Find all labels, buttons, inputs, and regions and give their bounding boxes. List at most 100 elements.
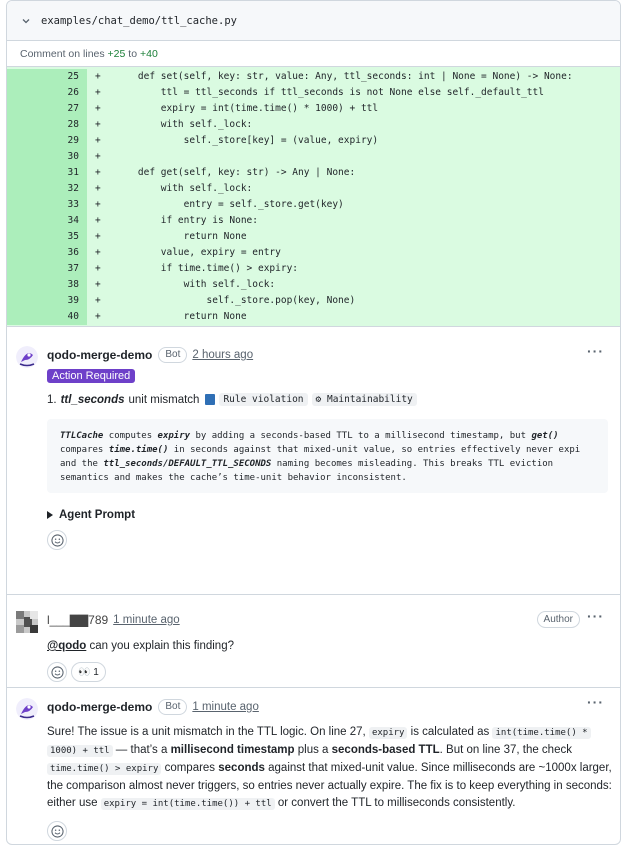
code-text: self._store[key] = (value, expiry): [115, 135, 379, 146]
body-text: compares: [161, 762, 219, 774]
diff-sign: +: [95, 151, 101, 162]
line-number[interactable]: 32: [7, 181, 87, 197]
chevron-down-icon[interactable]: [21, 16, 31, 26]
code-line[interactable]: 28 + with self._lock:: [7, 117, 620, 133]
code-line[interactable]: 40 + return None: [7, 309, 620, 325]
code-line[interactable]: 37 + if time.time() > expiry:: [7, 261, 620, 277]
agent-prompt-toggle[interactable]: Agent Prompt: [47, 509, 610, 521]
code-line[interactable]: 35 + return None: [7, 229, 620, 245]
comment-timestamp[interactable]: 1 minute ago: [113, 614, 180, 626]
code-line[interactable]: 33 + entry = self._store.get(key): [7, 197, 620, 213]
code-line[interactable]: 26 + ttl = ttl_seconds if ttl_seconds is …: [7, 85, 620, 101]
line-number[interactable]: 38: [7, 277, 87, 293]
action-required-label: Action Required: [47, 369, 136, 383]
explain-text: naming becomes misleading. This breaks T…: [271, 459, 554, 469]
diff-sign: +: [95, 119, 101, 130]
agent-prompt-label: Agent Prompt: [59, 509, 136, 521]
comment-author[interactable]: qodo-merge-demo: [47, 700, 152, 714]
comment-timestamp[interactable]: 2 hours ago: [192, 349, 253, 361]
code-text: if entry is None:: [115, 215, 258, 226]
diff-sign: +: [95, 215, 101, 226]
line-number[interactable]: 27: [7, 101, 87, 117]
comment-body: Sure! The issue is a unit mismatch in th…: [47, 724, 612, 813]
body-text: . But on line 37, the check: [439, 744, 572, 756]
line-number[interactable]: 37: [7, 261, 87, 277]
diff-sign: +: [95, 103, 101, 114]
code-text: value, expiry = entry: [115, 247, 281, 258]
line-number[interactable]: 26: [7, 85, 87, 101]
code-line[interactable]: 25 + def set(self, key: str, value: Any, …: [7, 69, 620, 85]
more-options-icon[interactable]: ···: [587, 343, 604, 359]
maintainability-tag: ⚙ Maintainability: [311, 393, 417, 406]
diff-sign: +: [95, 311, 101, 322]
file-path[interactable]: examples/chat_demo/ttl_cache.py: [41, 15, 237, 27]
diff-sign: +: [95, 71, 101, 82]
diff-sign: +: [95, 279, 101, 290]
add-reaction-button[interactable]: [47, 821, 67, 841]
explain-text: in seconds against that mixed-unit value…: [168, 445, 581, 455]
line-number[interactable]: 34: [7, 213, 87, 229]
line-number[interactable]: 31: [7, 165, 87, 181]
avatar[interactable]: [16, 346, 38, 368]
code-line[interactable]: 31 + def get(self, key: str) -> Any | Non…: [7, 165, 620, 181]
line-number[interactable]: 29: [7, 133, 87, 149]
body-text: or convert the TTL to milliseconds consi…: [274, 797, 516, 809]
inline-code: expiry: [368, 727, 408, 739]
code-line[interactable]: 29 + self._store[key] = (value, expiry): [7, 133, 620, 149]
line-number[interactable]: 35: [7, 229, 87, 245]
line-number[interactable]: 33: [7, 197, 87, 213]
bot-badge: Bot: [158, 347, 188, 363]
code-text: def set(self, key: str, value: Any, ttl_…: [115, 71, 573, 82]
diff-sign: +: [95, 263, 101, 274]
code-line[interactable]: 38 + with self._lock:: [7, 277, 620, 293]
code-line[interactable]: 39 + self._store.pop(key, None): [7, 293, 620, 309]
more-options-icon[interactable]: ···: [587, 608, 604, 624]
explain-token: time.time(): [108, 445, 169, 455]
line-number[interactable]: 39: [7, 293, 87, 309]
line-number[interactable]: 25: [7, 69, 87, 85]
comment-author[interactable]: qodo-merge-demo: [47, 348, 152, 362]
body-text: is calculated as: [407, 726, 493, 738]
inline-code: int(time.time() *: [492, 727, 591, 739]
code-text: ttl = ttl_seconds if ttl_seconds is not …: [115, 87, 544, 98]
caret-right-icon: [47, 511, 53, 519]
code-text: expiry = int(time.time() * 1000) + ttl: [115, 103, 379, 114]
finding-number: 1.: [47, 393, 57, 406]
line-number[interactable]: 30: [7, 149, 87, 165]
line-number[interactable]: 40: [7, 309, 87, 325]
explain-token: get(): [531, 431, 559, 441]
code-line[interactable]: 36 + value, expiry = entry: [7, 245, 620, 261]
diff-sign: +: [95, 183, 101, 194]
avatar[interactable]: [16, 611, 38, 633]
smiley-icon: [50, 665, 64, 679]
diff-code-block: 25 + def set(self, key: str, value: Any, …: [7, 67, 620, 327]
code-text: with self._lock:: [115, 119, 253, 130]
avatar[interactable]: [16, 698, 38, 720]
mention-link[interactable]: @qodo: [47, 640, 86, 652]
add-reaction-button[interactable]: [47, 662, 67, 682]
code-line[interactable]: 27 + expiry = int(time.time() * 1000) + t…: [7, 101, 620, 117]
more-options-icon[interactable]: ···: [587, 694, 604, 710]
diff-sign: +: [95, 199, 101, 210]
finding-explanation: TTLCache computes expiry by adding a sec…: [47, 419, 608, 493]
line-number[interactable]: 36: [7, 245, 87, 261]
code-text: with self._lock:: [115, 279, 276, 290]
smiley-icon: [50, 533, 64, 547]
file-header[interactable]: examples/chat_demo/ttl_cache.py: [7, 1, 620, 41]
code-line[interactable]: 30 +: [7, 149, 620, 165]
add-reaction-button[interactable]: [47, 530, 67, 550]
reaction-count: 1: [93, 666, 99, 678]
range-end: +40: [139, 47, 158, 60]
code-line[interactable]: 32 + with self._lock:: [7, 181, 620, 197]
rule-violation-tag: Rule violation: [219, 393, 308, 406]
range-to: to: [128, 47, 138, 60]
eyes-reaction-button[interactable]: 👀 1: [71, 662, 106, 682]
line-number[interactable]: 28: [7, 117, 87, 133]
code-line[interactable]: 34 + if entry is None:: [7, 213, 620, 229]
bold-text: millisecond timestamp: [170, 744, 295, 756]
diff-review-panel: examples/chat_demo/ttl_cache.py Comment …: [6, 0, 621, 845]
comment-timestamp[interactable]: 1 minute ago: [192, 701, 259, 713]
comment-author[interactable]: l___▇▇789: [47, 613, 108, 627]
code-text: with self._lock:: [115, 183, 253, 194]
book-icon: [205, 394, 216, 405]
